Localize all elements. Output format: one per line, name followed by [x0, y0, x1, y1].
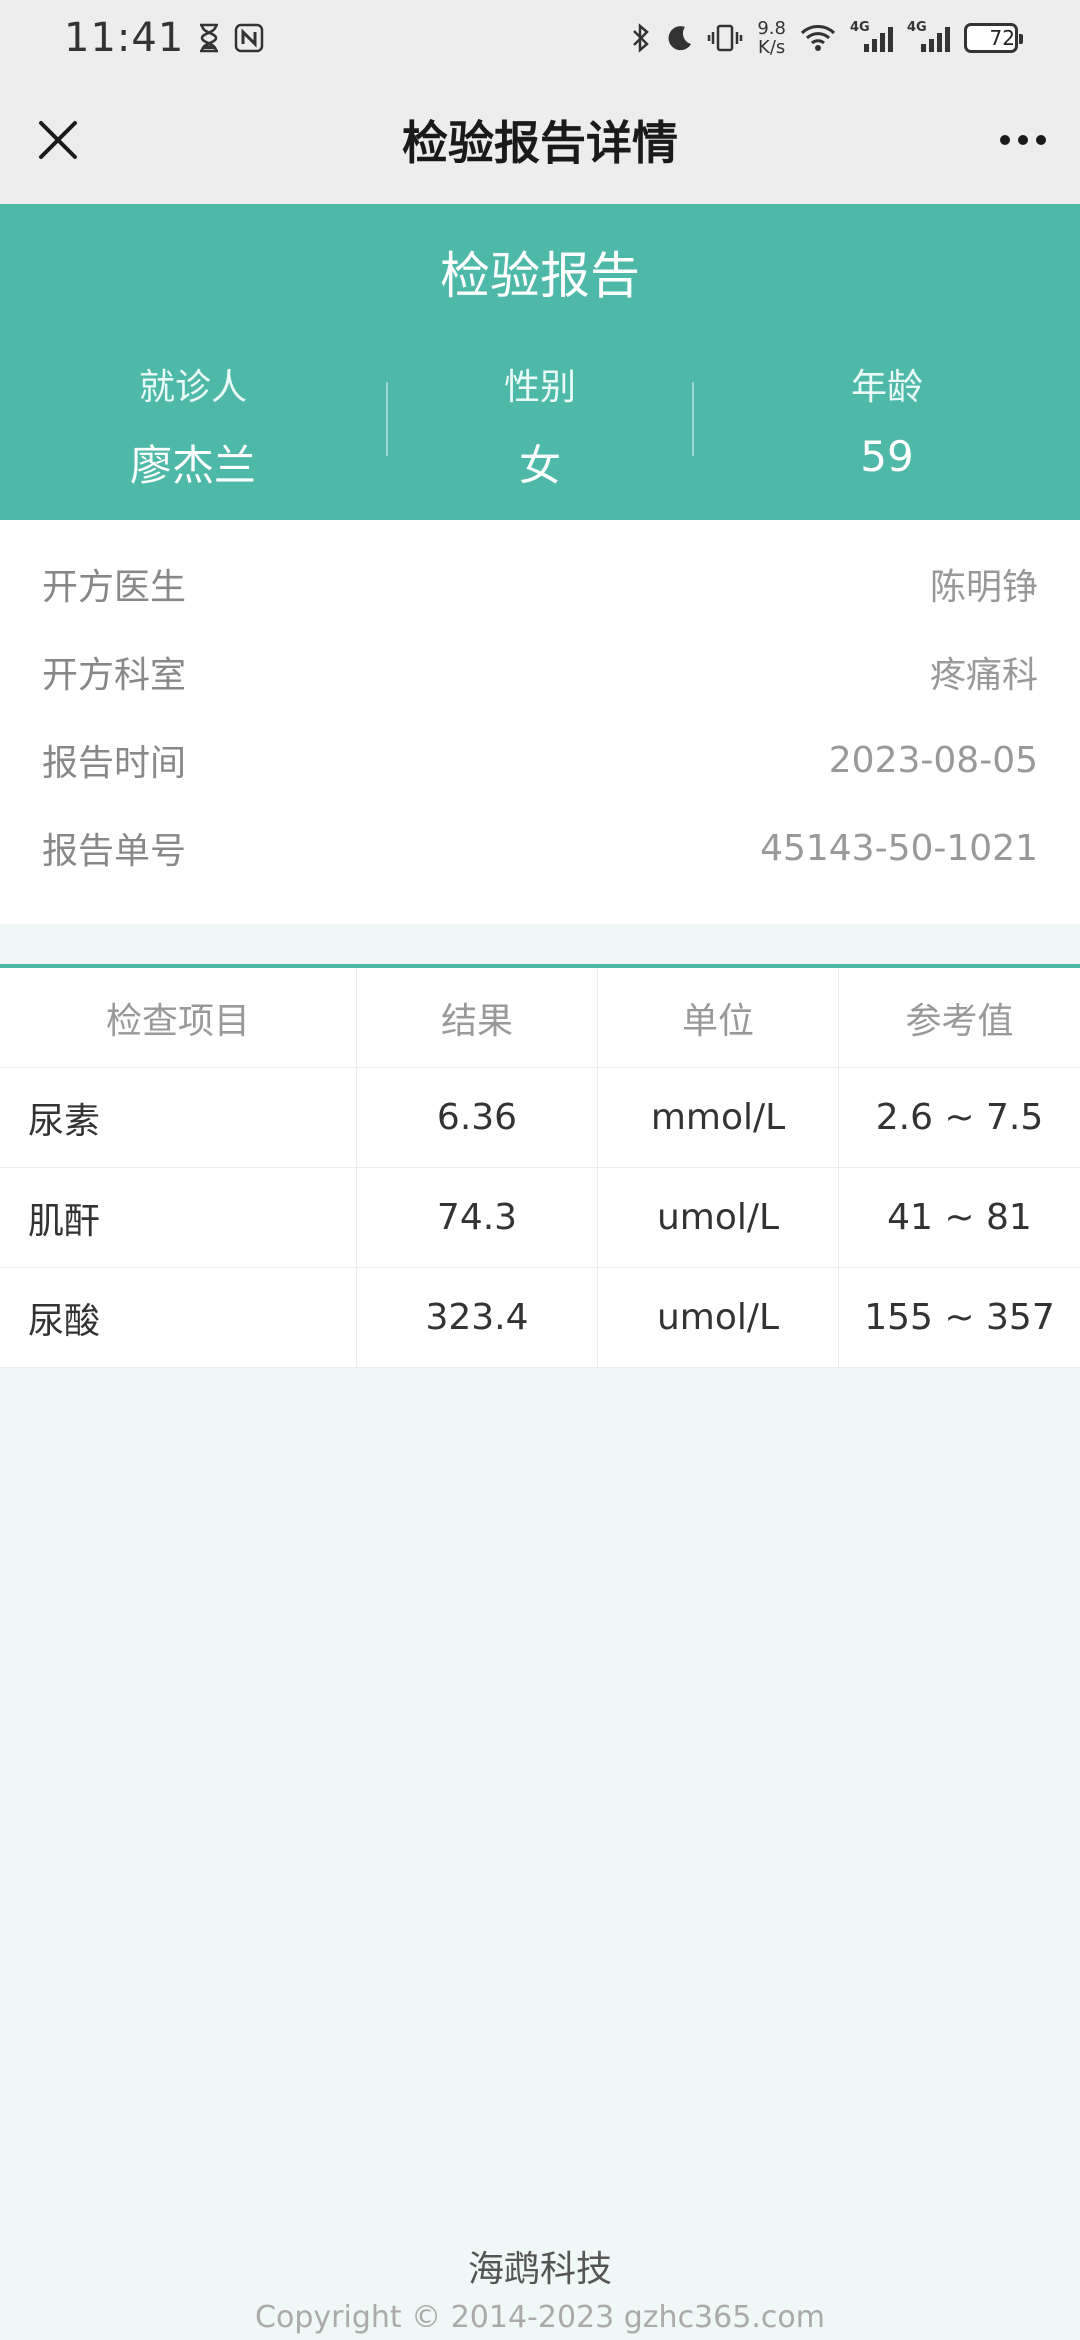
info-value: 陈明铮	[929, 567, 1038, 608]
column-header-reference: 参考值	[905, 1000, 1014, 1042]
info-value: 45143-50-1021	[760, 827, 1038, 869]
report-info: 开方医生 陈明铮 开方科室 疼痛科 报告时间 2023-08-05 报告单号 4…	[0, 520, 1080, 924]
patient-age-col: 年龄 59	[694, 354, 1080, 484]
status-right: 9.8 K/s 4G 4G 72	[631, 19, 1023, 57]
signal-tag: 4G	[907, 20, 927, 35]
cell-unit: mmol/L	[598, 1068, 839, 1167]
status-left: 11:41	[64, 15, 264, 61]
footer-brand: 海鹉科技	[467, 2249, 612, 2290]
divider	[386, 382, 388, 456]
table-header: 检查项目 结果 单位 参考值	[0, 968, 1080, 1068]
cell-reference: 155 ~ 357	[864, 1297, 1055, 1338]
bluetooth-icon	[631, 23, 651, 53]
close-icon	[39, 121, 77, 159]
nav-bar: 检验报告详情	[0, 76, 1080, 204]
table-row: 肌酐 74.3 umol/L 41 ~ 81	[0, 1168, 1080, 1268]
patient-name-value: 廖杰兰	[129, 441, 256, 490]
cell-item: 尿酸	[0, 1268, 357, 1367]
table-row: 尿酸 323.4 umol/L 155 ~ 357	[0, 1268, 1080, 1368]
battery-level: 72	[989, 26, 1015, 50]
patient-row: 就诊人 廖杰兰 性别 女 年龄 59	[0, 354, 1080, 490]
page-title: 检验报告详情	[402, 116, 678, 170]
net-speed: 9.8 K/s	[757, 19, 786, 57]
column-header-item: 检查项目	[0, 968, 357, 1067]
column-header-unit: 单位	[598, 968, 839, 1067]
more-icon	[1036, 135, 1046, 145]
net-speed-unit: K/s	[758, 37, 786, 58]
table-row: 尿素 6.36 mmol/L 2.6 ~ 7.5	[0, 1068, 1080, 1168]
battery-icon: 72	[964, 23, 1023, 53]
column-header-result: 结果	[357, 968, 598, 1067]
info-value: 疼痛科	[929, 655, 1038, 696]
patient-gender-value: 女	[518, 441, 561, 490]
report-title: 检验报告	[440, 247, 640, 305]
report-header: 检验报告 就诊人 廖杰兰 性别 女 年龄 59	[0, 204, 1080, 520]
result-table: 检查项目 结果 单位 参考值 尿素 6.36 mmol/L 2.6 ~ 7.5 …	[0, 964, 1080, 1368]
info-label: 开方科室	[42, 655, 187, 696]
footer-copyright: Copyright © 2014-2023 gzhc365.com	[255, 2300, 825, 2335]
more-icon	[1000, 135, 1010, 145]
hourglass-icon	[198, 23, 220, 53]
cell-item: 尿素	[0, 1068, 357, 1167]
cell-reference: 41 ~ 81	[887, 1197, 1032, 1238]
nfc-icon	[234, 23, 264, 53]
info-row-doctor: 开方医生 陈明铮	[42, 540, 1038, 628]
more-button[interactable]	[988, 110, 1058, 170]
info-row-department: 开方科室 疼痛科	[42, 628, 1038, 716]
cell-result: 6.36	[357, 1068, 598, 1167]
signal-icon: 4G	[907, 20, 950, 52]
patient-age-label: 年龄	[850, 367, 923, 408]
info-row-report-number: 报告单号 45143-50-1021	[42, 804, 1038, 892]
cell-item: 肌酐	[0, 1168, 357, 1267]
vibrate-icon	[707, 23, 743, 53]
cell-result: 74.3	[357, 1168, 598, 1267]
info-value: 2023-08-05	[828, 739, 1038, 781]
status-time: 11:41	[64, 15, 185, 61]
more-icon	[1018, 135, 1028, 145]
close-button[interactable]	[28, 110, 88, 170]
net-speed-value: 9.8	[757, 18, 786, 39]
footer: 海鹉科技 Copyright © 2014-2023 gzhc365.com	[0, 2240, 1080, 2335]
moon-icon	[665, 24, 693, 52]
signal-icon: 4G	[850, 20, 893, 52]
info-label: 报告时间	[42, 743, 187, 784]
patient-gender-label: 性别	[503, 367, 576, 408]
patient-age-value: 59	[860, 432, 914, 481]
cell-unit: umol/L	[598, 1168, 839, 1267]
cell-reference: 2.6 ~ 7.5	[875, 1097, 1044, 1138]
patient-name-col: 就诊人 廖杰兰	[0, 354, 386, 490]
patient-name-label: 就诊人	[138, 367, 247, 408]
patient-gender-col: 性别 女	[386, 354, 694, 490]
cell-unit: umol/L	[598, 1268, 839, 1367]
signal-tag: 4G	[850, 20, 870, 35]
wifi-icon	[800, 24, 836, 52]
cell-result: 323.4	[357, 1268, 598, 1367]
info-label: 开方医生	[42, 567, 187, 608]
info-label: 报告单号	[42, 831, 187, 872]
info-row-report-time: 报告时间 2023-08-05	[42, 716, 1038, 804]
status-bar: 11:41 9.8 K/s 4G 4G 72	[0, 0, 1080, 76]
